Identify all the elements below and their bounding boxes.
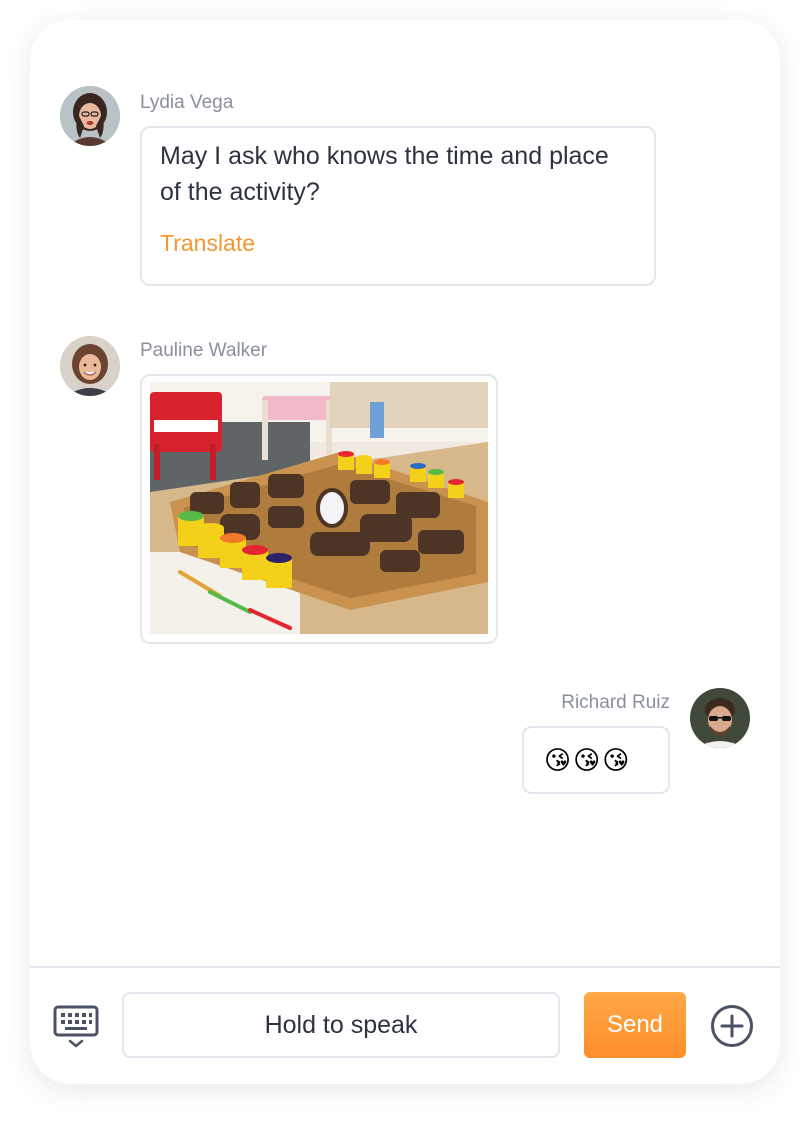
avatar-pauline-walker[interactable]	[60, 336, 120, 396]
message-text: May I ask who knows the time and place o…	[160, 142, 609, 206]
sender-name: Richard Ruiz	[561, 692, 670, 713]
send-button[interactable]: Send	[584, 992, 686, 1058]
translate-link[interactable]: Translate	[160, 230, 636, 257]
message-text: 😘😘😘	[544, 745, 632, 775]
message-bubble-image[interactable]	[140, 374, 498, 644]
chat-panel: Lydia Vega May I ask who knows the time …	[30, 20, 780, 1084]
sender-name: Pauline Walker	[140, 340, 268, 361]
sender-name: Lydia Vega	[140, 92, 234, 113]
keyboard-icon[interactable]	[52, 1004, 100, 1050]
hold-to-speak-button[interactable]: Hold to speak	[122, 992, 560, 1058]
avatar-lydia-vega[interactable]	[60, 86, 120, 146]
plus-circle-icon[interactable]	[710, 1004, 754, 1048]
message-bubble-emoji: 😘😘😘	[522, 726, 670, 794]
message-bubble-text: May I ask who knows the time and place o…	[140, 126, 656, 286]
avatar-richard-ruiz[interactable]	[690, 688, 750, 748]
composer-divider	[30, 966, 780, 968]
photo-attachment[interactable]	[150, 382, 488, 634]
